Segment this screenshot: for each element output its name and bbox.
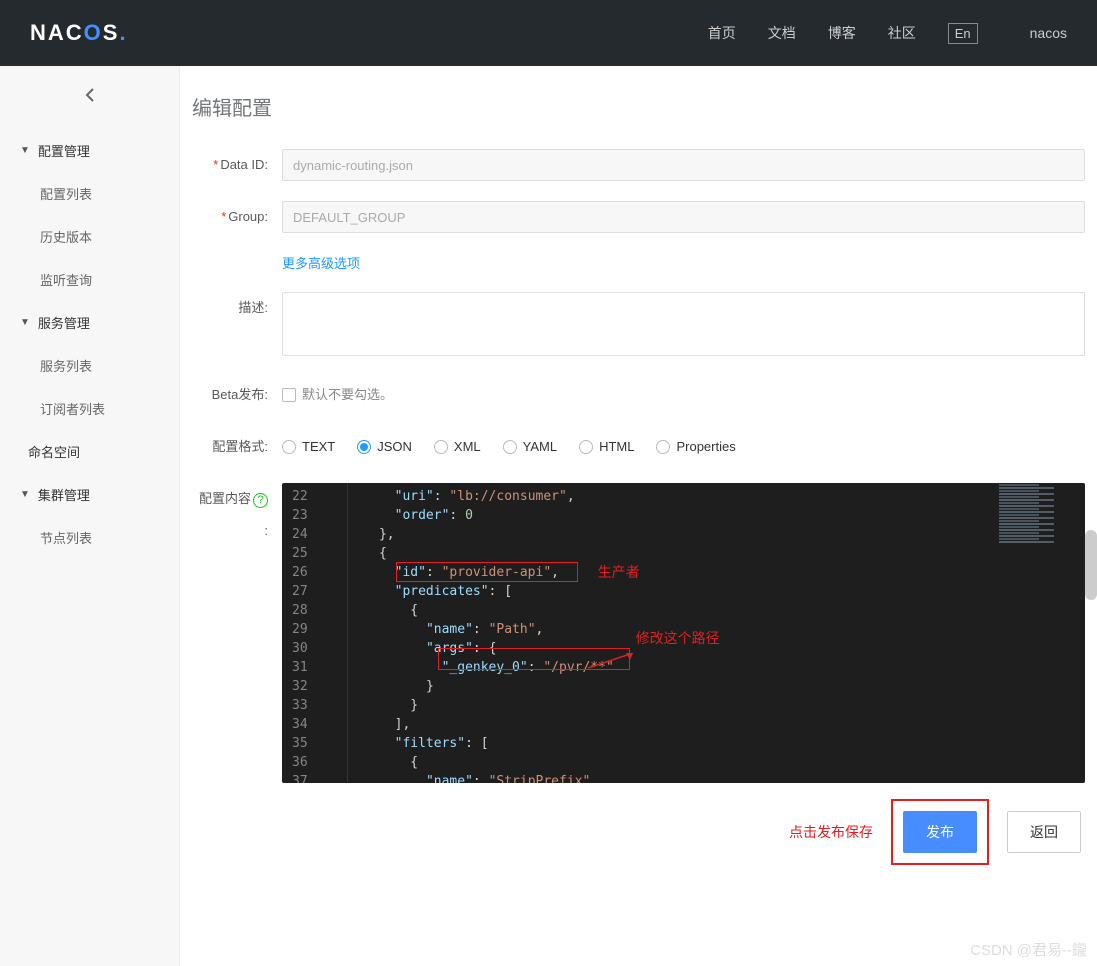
footer-actions: 点击发布保存 发布 返回 <box>282 799 1085 865</box>
input-group[interactable] <box>282 201 1085 233</box>
main-content: 编辑配置 *Data ID: *Group: 更多高级选项 描述: Beta发布… <box>180 66 1097 966</box>
label-desc: 描述: <box>192 292 282 324</box>
checkbox-beta[interactable] <box>282 388 296 402</box>
code-editor[interactable]: 22232425262728293031323334353637 生产者 修改这… <box>282 483 1085 783</box>
menu-config-mgmt[interactable]: ▼配置管理 <box>0 129 179 172</box>
editor-fold-column <box>326 483 348 783</box>
nav-home[interactable]: 首页 <box>708 23 736 43</box>
back-button[interactable]: 返回 <box>1007 811 1081 853</box>
radio-properties[interactable]: Properties <box>656 431 735 463</box>
label-content: 配置内容? : <box>192 483 282 547</box>
menu-listener[interactable]: 监听查询 <box>0 258 179 301</box>
menu-cluster-mgmt[interactable]: ▼集群管理 <box>0 473 179 516</box>
editor-minimap[interactable] <box>995 483 1085 783</box>
format-radio-group: TEXT JSON XML YAML HTML Properties <box>282 431 1085 463</box>
textarea-desc[interactable] <box>282 292 1085 356</box>
top-header: NACOS. 首页 文档 博客 社区 En nacos <box>0 0 1097 66</box>
publish-button[interactable]: 发布 <box>903 811 977 853</box>
editor-gutter: 22232425262728293031323334353637 <box>282 483 326 783</box>
help-icon[interactable]: ? <box>253 493 268 508</box>
label-data-id: *Data ID: <box>192 149 282 181</box>
menu-history[interactable]: 历史版本 <box>0 215 179 258</box>
link-more-options[interactable]: 更多高级选项 <box>282 256 360 271</box>
radio-yaml[interactable]: YAML <box>503 431 557 463</box>
menu-service-mgmt[interactable]: ▼服务管理 <box>0 301 179 344</box>
annotation-box-publish: 发布 <box>891 799 989 865</box>
sidebar: ▼配置管理 配置列表 历史版本 监听查询 ▼服务管理 服务列表 订阅者列表 命名… <box>0 66 180 966</box>
page-title: 编辑配置 <box>192 92 1085 121</box>
label-format: 配置格式: <box>192 431 282 463</box>
label-group: *Group: <box>192 201 282 233</box>
menu-config-list[interactable]: 配置列表 <box>0 172 179 215</box>
menu-node-list[interactable]: 节点列表 <box>0 516 179 559</box>
radio-text[interactable]: TEXT <box>282 431 335 463</box>
menu-namespace[interactable]: 命名空间 <box>0 430 179 473</box>
menu-service-list[interactable]: 服务列表 <box>0 344 179 387</box>
radio-json[interactable]: JSON <box>357 431 412 463</box>
nav-blog[interactable]: 博客 <box>828 23 856 43</box>
annotation-modify-path: 修改这个路径 <box>636 629 720 648</box>
input-data-id[interactable] <box>282 149 1085 181</box>
radio-html[interactable]: HTML <box>579 431 634 463</box>
annotation-click-publish: 点击发布保存 <box>789 822 873 842</box>
scrollbar-handle[interactable] <box>1085 530 1097 600</box>
language-toggle[interactable]: En <box>948 23 978 44</box>
nav-docs[interactable]: 文档 <box>768 23 796 43</box>
label-beta: Beta发布: <box>192 379 282 411</box>
beta-hint: 默认不要勾选。 <box>302 379 393 411</box>
menu-subscriber[interactable]: 订阅者列表 <box>0 387 179 430</box>
radio-xml[interactable]: XML <box>434 431 481 463</box>
nav-community[interactable]: 社区 <box>888 23 916 43</box>
watermark: CSDN @君易--鑨 <box>970 939 1087 960</box>
user-name[interactable]: nacos <box>1030 25 1067 41</box>
header-nav: 首页 文档 博客 社区 En nacos <box>708 23 1067 44</box>
annotation-producer: 生产者 <box>598 563 640 582</box>
logo[interactable]: NACOS. <box>30 20 128 46</box>
collapse-icon[interactable] <box>0 86 179 109</box>
annotation-arrow <box>588 653 638 679</box>
editor-code[interactable]: 生产者 修改这个路径 "uri": "lb://consumer", "orde… <box>348 483 1085 783</box>
